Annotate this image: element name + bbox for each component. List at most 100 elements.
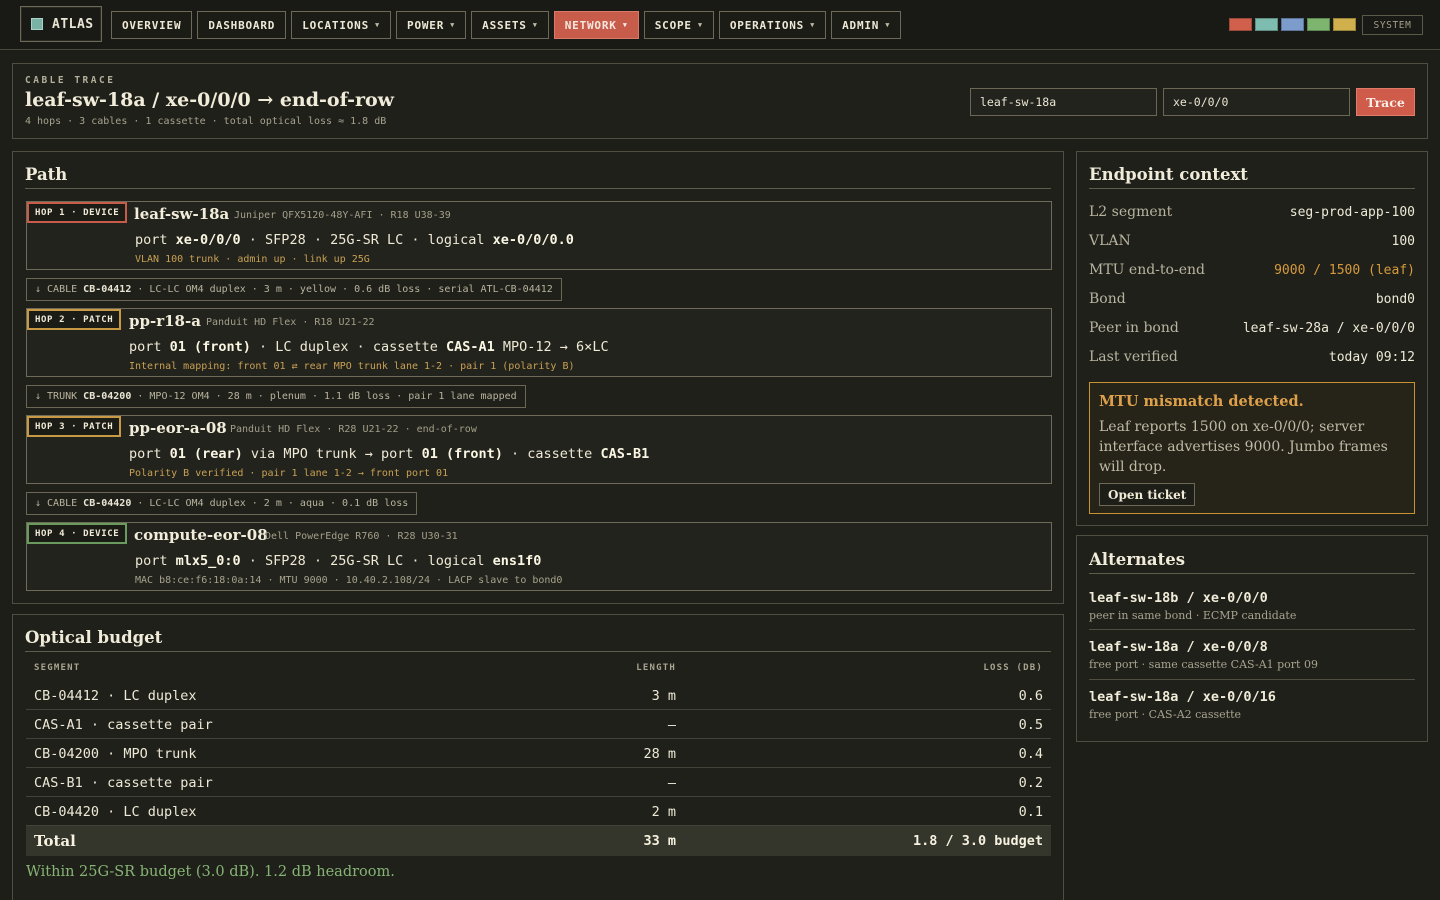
path-title: Path (25, 165, 68, 184)
hop-card[interactable]: HOP 3 · PATCH pp-eor-a-08 Panduit HD Fle… (26, 415, 1052, 484)
hop-meta: Panduit HD Flex · R18 U21-22 (206, 317, 375, 328)
context-key: MTU end-to-end (1089, 262, 1205, 278)
cable-prefix: ↓ TRUNK (35, 391, 84, 402)
cell-loss: 0.1 (1018, 804, 1043, 820)
hop-card[interactable]: HOP 1 · DEVICE leaf-sw-18a Juniper QFX51… (26, 201, 1052, 270)
trace-button[interactable]: Trace (1356, 88, 1415, 116)
port-text: MPO-12 → 6×LC (494, 339, 609, 355)
table-row[interactable]: CB-04412 · LC duplex 3 m 0.6 (26, 681, 1051, 710)
port-text: · cassette (502, 446, 601, 462)
context-key: L2 segment (1089, 204, 1173, 220)
trunk-segment[interactable]: ↓ TRUNK CB-04200 · MPO-12 OM4 · 28 m · p… (26, 385, 526, 408)
optical-budget-title: Optical budget (25, 628, 163, 647)
port-text: port (129, 339, 170, 355)
nav-item-dashboard[interactable]: DASHBOARD (197, 11, 287, 39)
hop-badge: HOP 2 · PATCH (27, 309, 122, 330)
cable-segment[interactable]: ↓ CABLE CB-04420 · LC-LC OM4 duplex · 2 … (26, 492, 418, 515)
open-ticket-button[interactable]: Open ticket (1099, 483, 1196, 506)
hop-device-name[interactable]: pp-r18-a (129, 312, 201, 330)
cell-length: – (667, 717, 676, 733)
table-header: SEGMENT LENGTH LOSS (DB) (26, 663, 1051, 679)
context-row: VLAN 100 (1089, 230, 1415, 252)
port-identifier: CAS-B1 (600, 446, 650, 462)
cable-prefix: ↓ CABLE (35, 284, 84, 295)
hop-detail: VLAN 100 trunk · admin up · link up 25G (135, 254, 370, 265)
port-text: port (135, 553, 176, 569)
hop-device-name[interactable]: pp-eor-a-08 (129, 419, 227, 437)
chevron-down-icon: ▼ (885, 21, 891, 29)
alternate-item[interactable]: leaf-sw-18a / xe-0/0/16 free port · CAS-… (1089, 689, 1415, 721)
nav-item-locations[interactable]: LOCATIONS ▼ (291, 11, 392, 39)
nav-item-power[interactable]: POWER ▼ (396, 11, 467, 39)
table-row[interactable]: CAS-B1 · cassette pair – 0.2 (26, 768, 1051, 797)
optical-budget-panel: Optical budget SEGMENT LENGTH LOSS (DB) … (12, 614, 1064, 900)
theme-swatch[interactable] (1281, 18, 1304, 31)
brand-logo[interactable]: ATLAS (20, 6, 102, 42)
cable-id: CB-04200 (83, 391, 132, 402)
cable-segment[interactable]: ↓ CABLE CB-04412 · LC-LC OM4 duplex · 3 … (26, 278, 562, 301)
cell-segment: CAS-B1 · cassette pair (34, 775, 213, 791)
context-value: 9000 / 1500 (leaf) (1274, 262, 1415, 278)
cable-id: CB-04412 (83, 284, 132, 295)
table-row[interactable]: CAS-A1 · cassette pair – 0.5 (26, 710, 1051, 739)
alternate-item[interactable]: leaf-sw-18b / xe-0/0/0 peer in same bond… (1089, 590, 1415, 622)
hop-card[interactable]: HOP 2 · PATCH pp-r18-a Panduit HD Flex ·… (26, 308, 1052, 377)
top-navigation-bar: ATLAS OVERVIEW DASHBOARD LOCATIONS ▼ POWER ▼ A… (0, 0, 1440, 50)
system-button[interactable]: SYSTEM (1362, 15, 1423, 35)
hop-port-line: port 01 (rear) via MPO trunk → port 01 (… (129, 446, 649, 462)
theme-swatch[interactable] (1307, 18, 1330, 31)
port-text: · SFP28 · 25G-SR LC · logical (240, 553, 493, 569)
port-identifier: 01 (front) (169, 339, 251, 355)
nav-item-operations[interactable]: OPERATIONS ▼ (718, 11, 827, 39)
port-input[interactable]: xe-0/0/0 (1163, 88, 1350, 116)
cable-prefix: ↓ CABLE (35, 498, 84, 509)
total-label: Total (34, 832, 76, 850)
context-row: MTU end-to-end 9000 / 1500 (leaf) (1089, 259, 1415, 281)
theme-swatch[interactable] (1229, 18, 1252, 31)
cable-detail: · LC-LC OM4 duplex · 2 m · aqua · 0.1 dB… (131, 498, 409, 509)
column-header-loss[interactable]: LOSS (DB) (983, 663, 1043, 673)
table-row[interactable]: CB-04420 · LC duplex 2 m 0.1 (26, 797, 1051, 826)
nav-item-assets[interactable]: ASSETS ▼ (471, 11, 549, 39)
hop-badge: HOP 1 · DEVICE (27, 202, 128, 223)
column-header-segment[interactable]: SEGMENT (34, 663, 80, 673)
port-text: · SFP28 · 25G-SR LC · logical (240, 232, 493, 248)
device-input[interactable]: leaf-sw-18a (970, 88, 1157, 116)
theme-swatch[interactable] (1333, 18, 1356, 31)
nav-item-network[interactable]: NETWORK ▼ (553, 11, 639, 39)
nav-item-scope[interactable]: SCOPE ▼ (643, 11, 714, 39)
context-key: Bond (1089, 291, 1126, 307)
alternate-name: leaf-sw-18a / xe-0/0/16 (1089, 689, 1276, 705)
column-header-length[interactable]: LENGTH (636, 663, 676, 673)
hop-detail: Internal mapping: front 01 ⇄ rear MPO tr… (129, 361, 575, 372)
nav-item-label: OVERVIEW (122, 18, 182, 32)
hop-device-name[interactable]: leaf-sw-18a (134, 205, 229, 223)
chevron-down-icon: ▼ (450, 21, 456, 29)
cable-detail: · LC-LC OM4 duplex · 3 m · yellow · 0.6 … (131, 284, 553, 295)
section-eyebrow: CABLE TRACE (25, 75, 116, 86)
nav-item-overview[interactable]: OVERVIEW (111, 11, 193, 39)
alternate-name: leaf-sw-18b / xe-0/0/0 (1089, 590, 1268, 606)
hop-badge: HOP 4 · DEVICE (27, 523, 128, 544)
hop-card[interactable]: HOP 4 · DEVICE compute-eor-08 Dell Power… (26, 522, 1052, 591)
hop-port-line: port 01 (front) · LC duplex · cassette C… (129, 339, 609, 355)
hop-meta: Dell PowerEdge R760 · R28 U30-31 (265, 531, 458, 542)
table-row[interactable]: CB-04200 · MPO trunk 28 m 0.4 (26, 739, 1051, 768)
nav-item-admin[interactable]: ADMIN ▼ (831, 11, 902, 39)
endpoint-context-panel: Endpoint context L2 segment seg-prod-app-… (1076, 151, 1428, 526)
chevron-down-icon: ▼ (622, 21, 628, 29)
alternate-desc: free port · CAS-A2 cassette (1089, 708, 1242, 721)
cell-segment: CAS-A1 · cassette pair (34, 717, 213, 733)
alternate-item[interactable]: leaf-sw-18a / xe-0/0/8 free port · same … (1089, 639, 1415, 671)
hop-device-name[interactable]: compute-eor-08 (134, 526, 268, 544)
port-identifier: xe-0/0/0.0 (492, 232, 574, 248)
port-text: via MPO trunk → port (242, 446, 422, 462)
cable-trace-header: CABLE TRACE leaf-sw-18a / xe-0/0/0 → end… (12, 63, 1428, 139)
context-row: Bond bond0 (1089, 288, 1415, 310)
port-identifier: mlx5_0:0 (175, 553, 241, 569)
port-identifier: ens1f0 (492, 553, 542, 569)
alternate-desc: free port · same cassette CAS-A1 port 09 (1089, 658, 1318, 671)
theme-swatch[interactable] (1255, 18, 1278, 31)
cell-length: – (667, 775, 676, 791)
nav-item-label: ASSETS (482, 18, 527, 32)
